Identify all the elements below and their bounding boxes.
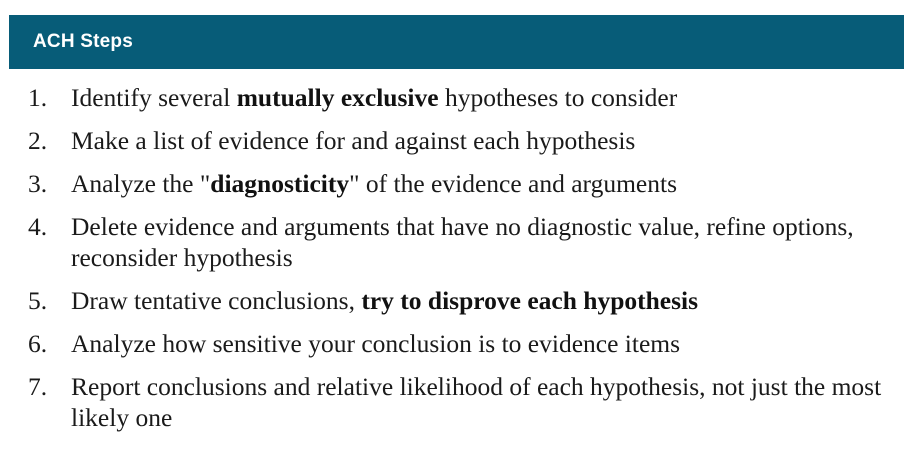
- step-number: 2.: [28, 126, 48, 155]
- step-text-segment: Draw tentative conclusions,: [71, 286, 362, 315]
- step-text-segment: Analyze the ": [71, 169, 211, 198]
- step-text-segment: Report conclusions and relative likeliho…: [71, 372, 882, 432]
- step-text: Report conclusions and relative likeliho…: [71, 371, 903, 433]
- step-number: 1.: [28, 83, 48, 112]
- step-number: 5.: [28, 286, 48, 315]
- step-emphasis: mutually exclusive: [236, 83, 439, 112]
- step-item: 2. Make a list of evidence for and agains…: [28, 125, 903, 156]
- step-text-segment: Analyze how sensitive your conclusion is…: [71, 329, 681, 358]
- steps-list: 1. Identify several mutually exclusive hy…: [28, 82, 903, 445]
- slide-title: ACH Steps: [33, 31, 133, 52]
- step-number: 7.: [28, 372, 48, 401]
- step-number: 6.: [28, 329, 48, 358]
- step-text: Identify several mutually exclusive hypo…: [71, 82, 903, 113]
- step-text: Draw tentative conclusions, try to dispr…: [71, 285, 903, 316]
- step-text: Make a list of evidence for and against …: [71, 125, 903, 156]
- step-text-segment: hypotheses to consider: [438, 83, 678, 112]
- step-item: 5. Draw tentative conclusions, try to dis…: [28, 285, 903, 316]
- header-bar: ACH Steps: [9, 15, 904, 69]
- step-item: 7. Report conclusions and relative likeli…: [28, 371, 903, 433]
- step-number: 3.: [28, 169, 48, 198]
- step-text-segment: Make a list of evidence for and against …: [71, 126, 636, 155]
- step-emphasis: try to disprove each hypothesis: [361, 286, 699, 315]
- step-text: Analyze the "diagnosticity" of the evide…: [71, 168, 903, 199]
- step-text-segment: " of the evidence and arguments: [349, 169, 677, 198]
- step-item: 3. Analyze the "diagnosticity" of the evi…: [28, 168, 903, 199]
- step-item: 1. Identify several mutually exclusive hy…: [28, 82, 903, 113]
- slide: ACH Steps 1. Identify several mutually ex…: [0, 0, 917, 466]
- step-text-segment: Delete evidence and arguments that have …: [71, 212, 854, 272]
- step-text-segment: Identify several: [71, 83, 237, 112]
- step-text: Delete evidence and arguments that have …: [71, 211, 903, 273]
- step-number: 4.: [28, 212, 48, 241]
- step-emphasis: diagnosticity: [210, 169, 350, 198]
- step-item: 4. Delete evidence and arguments that hav…: [28, 211, 903, 273]
- step-item: 6. Analyze how sensitive your conclusion …: [28, 328, 903, 359]
- step-text: Analyze how sensitive your conclusion is…: [71, 328, 903, 359]
